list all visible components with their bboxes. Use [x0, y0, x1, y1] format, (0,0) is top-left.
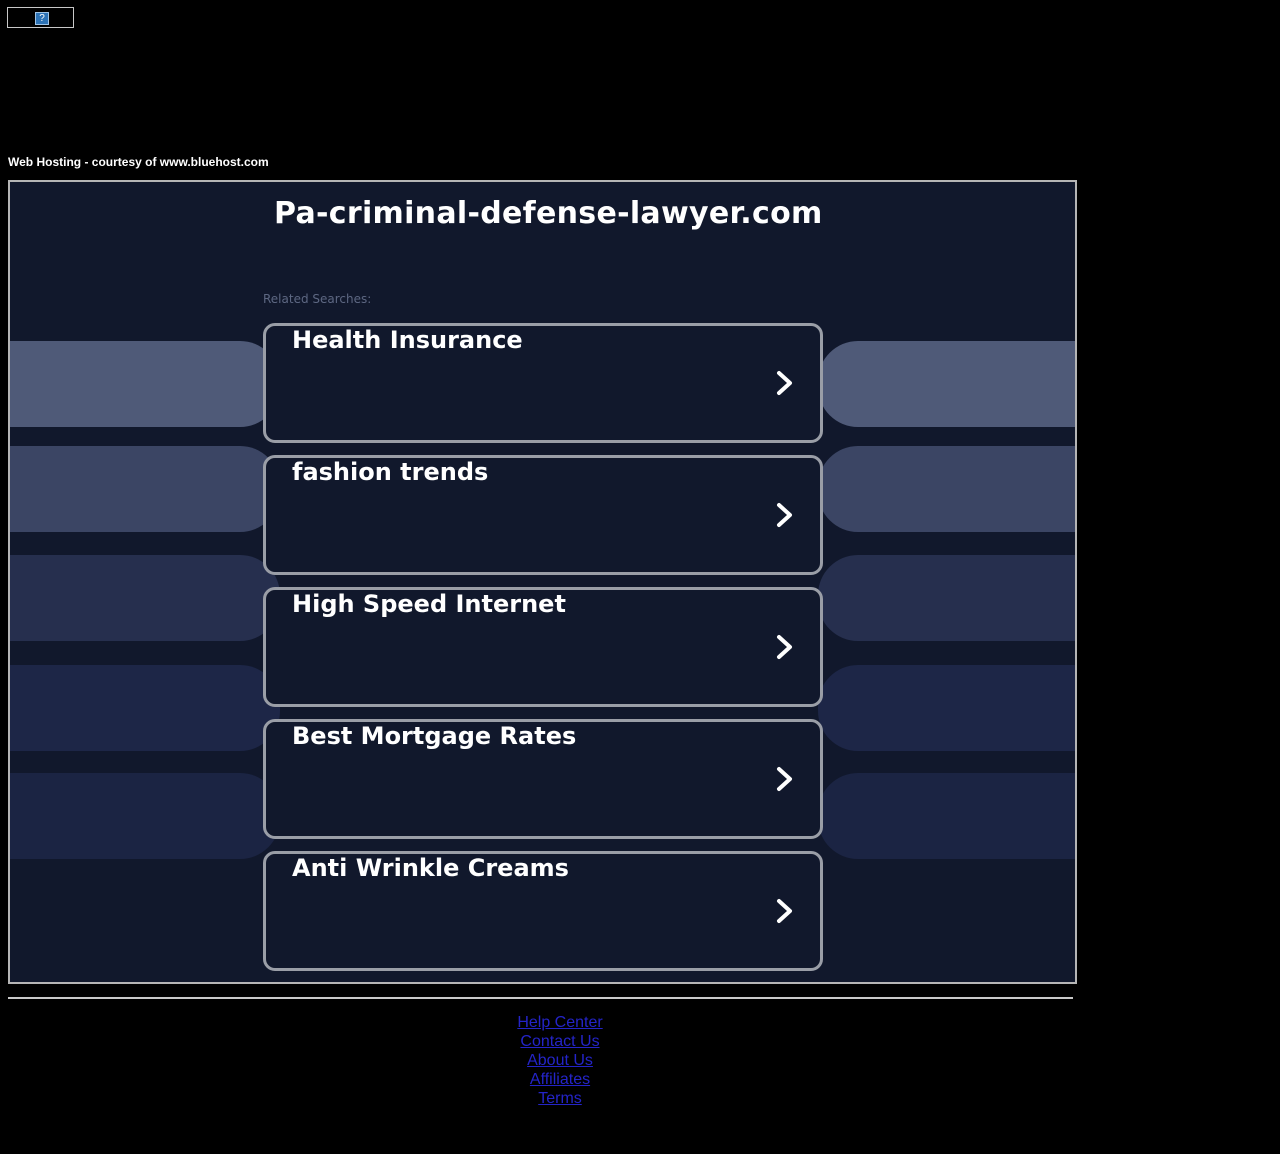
decor-bar-right [818, 341, 1075, 427]
chevron-right-icon [777, 503, 792, 527]
parked-domain-frame: Pa-criminal-defense-lawyer.com Related S… [8, 180, 1077, 984]
decor-bar-right [818, 773, 1075, 859]
related-search-item[interactable]: Best Mortgage Rates [263, 719, 823, 839]
chevron-right-icon [777, 635, 792, 659]
chevron-right-icon [777, 371, 792, 395]
broken-image-frame: ? [7, 7, 74, 28]
related-search-label: High Speed Internet [292, 590, 566, 618]
footer-link-help-center[interactable]: Help Center [0, 1013, 1120, 1032]
related-search-label: Anti Wrinkle Creams [292, 854, 569, 882]
footer-link-affiliates[interactable]: Affiliates [0, 1070, 1120, 1089]
decor-bar-right [818, 446, 1075, 532]
related-search-item[interactable]: Anti Wrinkle Creams [263, 851, 823, 971]
related-search-label: fashion trends [292, 458, 489, 486]
footer-link-contact-us[interactable]: Contact Us [0, 1032, 1120, 1051]
decor-bar-right [818, 555, 1075, 641]
related-search-item[interactable]: fashion trends [263, 455, 823, 575]
broken-image-icon: ? [35, 12, 49, 25]
decor-bar-left [10, 341, 280, 427]
decor-bar-left [10, 773, 280, 859]
decor-bar-left [10, 665, 280, 751]
footer-link-terms[interactable]: Terms [0, 1089, 1120, 1108]
decor-bar-right [818, 665, 1075, 751]
chevron-right-icon [777, 767, 792, 791]
footer-divider [8, 997, 1073, 999]
related-search-label: Health Insurance [292, 326, 523, 354]
footer-link-about-us[interactable]: About Us [0, 1051, 1120, 1070]
related-search-item[interactable]: High Speed Internet [263, 587, 823, 707]
decor-bar-left [10, 555, 280, 641]
related-searches-label: Related Searches: [263, 292, 372, 306]
related-search-label: Best Mortgage Rates [292, 722, 577, 750]
hosting-credit: Web Hosting - courtesy of www.bluehost.c… [8, 155, 269, 169]
decor-bar-left [10, 446, 280, 532]
related-search-item[interactable]: Health Insurance [263, 323, 823, 443]
domain-title: Pa-criminal-defense-lawyer.com [274, 196, 823, 231]
footer-links: Help Center Contact Us About Us Affiliat… [0, 1013, 1120, 1108]
chevron-right-icon [777, 899, 792, 923]
